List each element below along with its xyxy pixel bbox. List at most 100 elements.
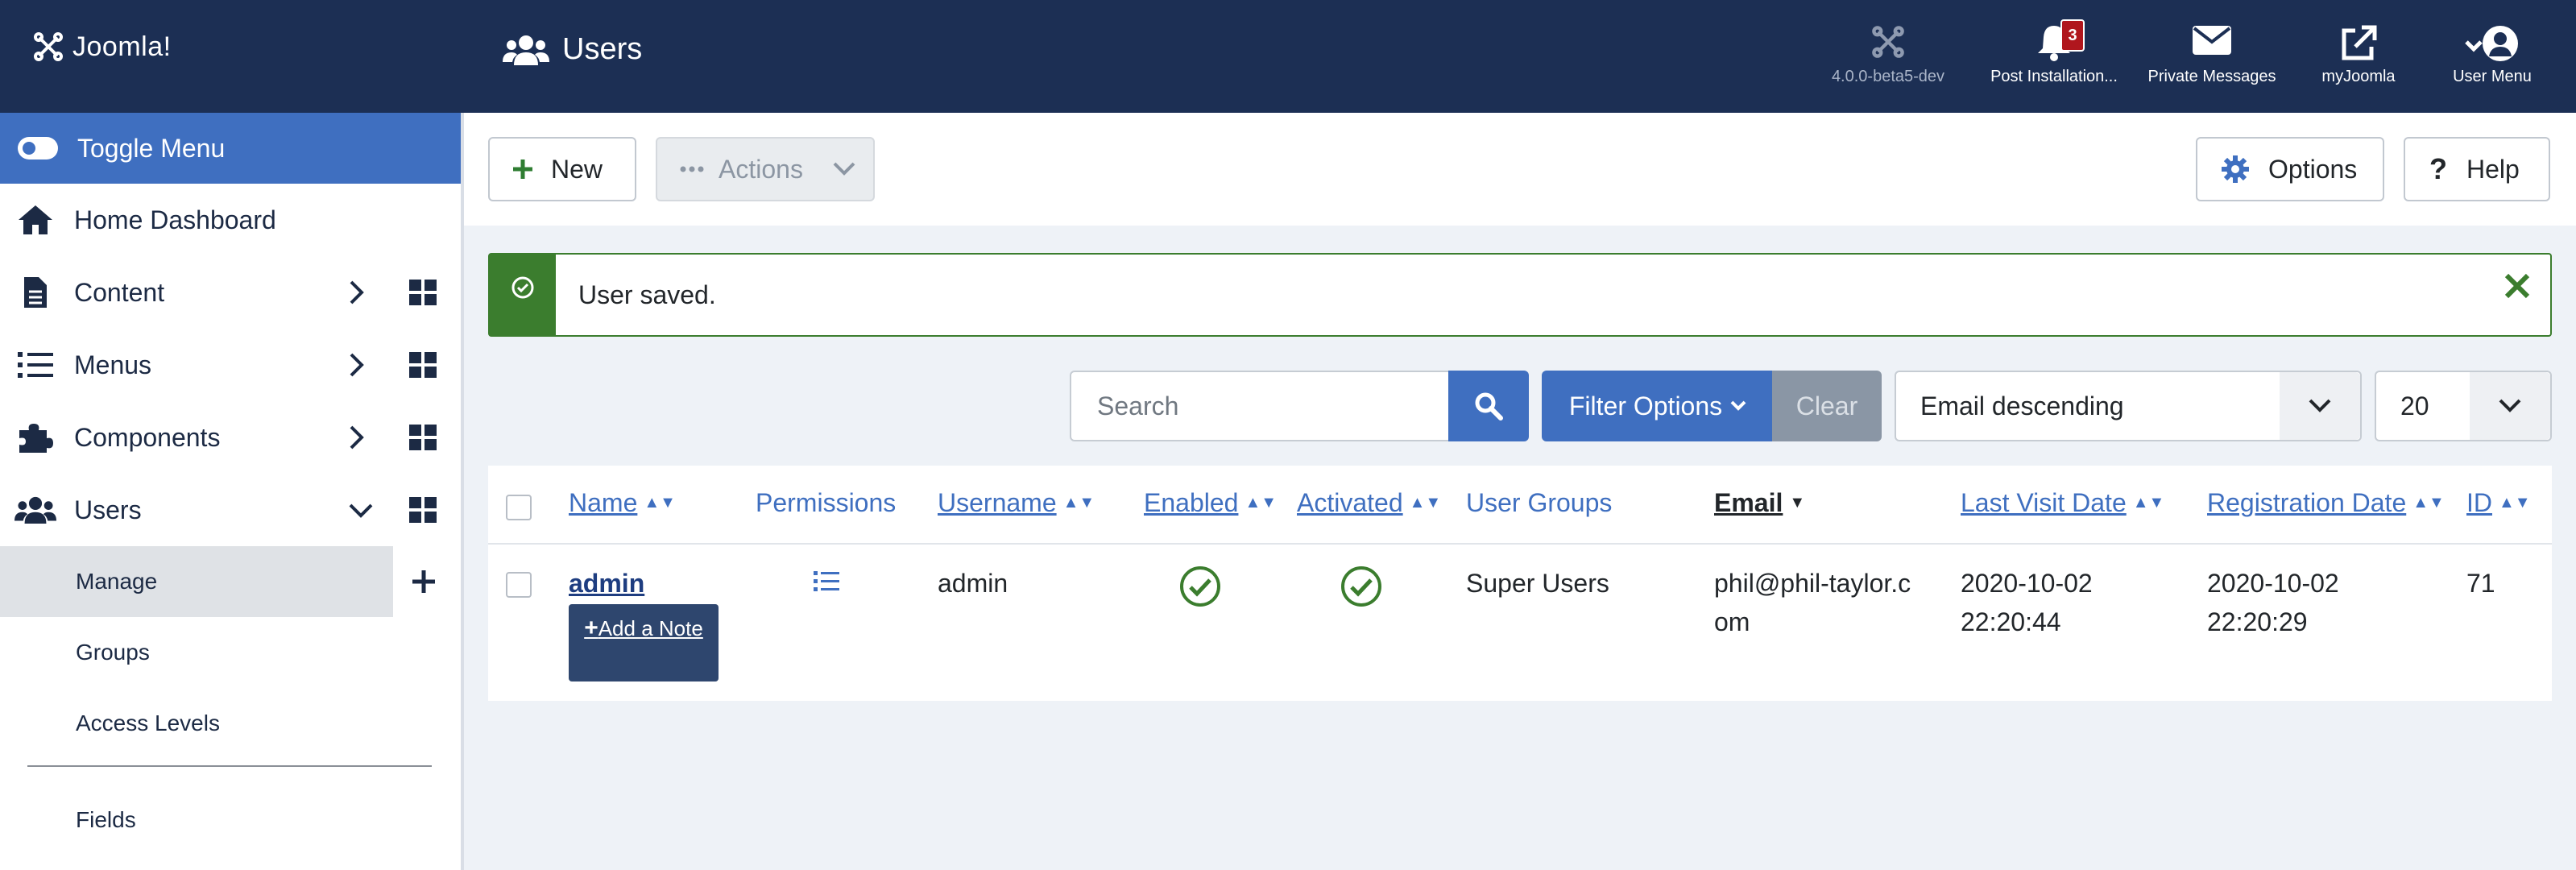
chevron-right-icon[interactable] bbox=[348, 352, 366, 378]
dashboard-grid-icon[interactable] bbox=[409, 497, 437, 523]
close-icon[interactable] bbox=[2504, 272, 2531, 300]
users-table: Name ▲▼ Permissions Username ▲▼ Enabled … bbox=[488, 466, 2552, 701]
puzzle-icon bbox=[14, 420, 56, 454]
select-all-checkbox[interactable] bbox=[506, 495, 532, 520]
logo-text: Joomla! bbox=[72, 31, 172, 62]
sidebar-item-components[interactable]: Components bbox=[0, 401, 461, 474]
sidebar-item-label: Menus bbox=[74, 350, 152, 379]
user-circle-icon bbox=[2465, 26, 2518, 61]
column-header-label: User Groups bbox=[1466, 488, 1613, 517]
search-placeholder: Search bbox=[1097, 391, 1179, 420]
caret-down-icon bbox=[1730, 400, 1746, 411]
sidebar-subitem-fields[interactable]: Fields bbox=[0, 785, 461, 856]
joomla-logo[interactable]: Joomla! bbox=[32, 31, 172, 63]
plus-icon[interactable] bbox=[411, 569, 437, 594]
column-header-label: Email bbox=[1714, 488, 1783, 517]
column-header-label: Permissions bbox=[756, 488, 897, 517]
list-limit-select[interactable]: 20 bbox=[2375, 371, 2552, 441]
chevron-down-icon[interactable] bbox=[348, 502, 374, 520]
user-menu-item[interactable]: User Menu bbox=[2404, 24, 2576, 86]
sort-icon: ▲▼ bbox=[1062, 494, 1095, 512]
table-header-divider bbox=[488, 543, 2552, 545]
chevron-right-icon[interactable] bbox=[348, 425, 366, 450]
user-groups-cell: Super Users bbox=[1466, 569, 1609, 598]
column-header-label: Activated bbox=[1297, 488, 1403, 517]
column-header-activated[interactable]: Activated ▲▼ bbox=[1297, 488, 1441, 518]
dashboard-grid-icon[interactable] bbox=[409, 352, 437, 378]
column-header-email[interactable]: Email ▼ bbox=[1714, 488, 1805, 518]
dashboard-grid-icon[interactable] bbox=[409, 425, 437, 450]
chevron-right-icon[interactable] bbox=[348, 280, 366, 305]
toggle-switch-icon bbox=[18, 137, 58, 160]
column-header-permissions: Permissions bbox=[756, 488, 896, 518]
post-installation-item[interactable]: 3 Post Installation... bbox=[1965, 19, 2143, 86]
column-header-user-groups: User Groups bbox=[1466, 488, 1612, 518]
column-header-last-visit[interactable]: Last Visit Date ▲▼ bbox=[1961, 488, 2164, 518]
sidebar-item-content[interactable]: Content bbox=[0, 256, 461, 329]
last-visit-date: 2020-10-02 bbox=[1961, 569, 2093, 598]
toggle-menu-label: Toggle Menu bbox=[77, 133, 226, 163]
plus-icon bbox=[513, 160, 532, 179]
column-header-enabled[interactable]: Enabled ▲▼ bbox=[1144, 488, 1277, 518]
users-icon bbox=[14, 495, 56, 525]
sidebar-item-label: Users bbox=[74, 495, 142, 524]
sidebar-subitem-manage[interactable]: Manage bbox=[0, 546, 435, 617]
clear-button[interactable]: Clear bbox=[1772, 371, 1882, 441]
search-button[interactable] bbox=[1448, 371, 1529, 441]
options-button-label: Options bbox=[2268, 154, 2358, 184]
column-header-username[interactable]: Username ▲▼ bbox=[938, 488, 1095, 518]
joomla-version-icon bbox=[1872, 26, 1904, 58]
chevron-down-icon bbox=[2280, 372, 2360, 440]
success-alert: User saved. bbox=[488, 253, 2552, 337]
sidebar-item-label: Content bbox=[74, 277, 165, 307]
sort-icon: ▲▼ bbox=[1409, 494, 1442, 512]
page-title: Users bbox=[562, 32, 643, 66]
toolbar: New Actions Options ? Help bbox=[464, 113, 2576, 226]
version-item[interactable]: 4.0.0-beta5-dev bbox=[1799, 24, 1977, 86]
filter-options-button[interactable]: Filter Options bbox=[1542, 371, 1774, 441]
clear-label: Clear bbox=[1795, 391, 1858, 420]
column-header-name[interactable]: Name ▲▼ bbox=[569, 488, 676, 518]
chevron-down-icon bbox=[833, 162, 855, 176]
sidebar-item-menus[interactable]: Menus bbox=[0, 329, 461, 401]
sidebar-subitem-access-levels[interactable]: Access Levels bbox=[0, 688, 461, 759]
actions-dropdown-button[interactable]: Actions bbox=[656, 137, 875, 201]
sort-select[interactable]: Email descending bbox=[1895, 371, 2362, 441]
chevron-down-icon bbox=[2470, 372, 2550, 440]
sidebar-item-users[interactable]: Users bbox=[0, 474, 461, 546]
column-header-label: Name bbox=[569, 488, 638, 517]
activated-check-icon[interactable] bbox=[1340, 566, 1382, 607]
sidebar-subitem-groups[interactable]: Groups bbox=[0, 617, 461, 688]
last-visit-cell: 2020-10-02 22:20:44 bbox=[1961, 564, 2093, 641]
column-header-id[interactable]: ID ▲▼ bbox=[2466, 488, 2531, 518]
file-icon bbox=[14, 276, 56, 309]
column-header-label: Last Visit Date bbox=[1961, 488, 2127, 517]
permissions-list-icon[interactable] bbox=[814, 570, 839, 593]
new-button-label: New bbox=[551, 154, 603, 184]
dashboard-grid-icon[interactable] bbox=[409, 280, 437, 305]
enabled-check-icon[interactable] bbox=[1179, 566, 1221, 607]
user-name-link[interactable]: admin bbox=[569, 564, 644, 603]
username-cell: admin bbox=[938, 569, 1008, 598]
search-icon bbox=[1475, 392, 1503, 420]
toggle-menu-button[interactable]: Toggle Menu bbox=[0, 113, 461, 184]
registration-cell: 2020-10-02 22:20:29 bbox=[2207, 564, 2339, 641]
id-cell: 71 bbox=[2466, 569, 2495, 598]
email-line: om bbox=[1714, 607, 1750, 636]
column-header-label: Username bbox=[938, 488, 1057, 517]
add-note-label: Add a Note bbox=[598, 616, 703, 640]
options-button[interactable]: Options bbox=[2196, 137, 2384, 201]
sidebar-item-label: Components bbox=[74, 422, 221, 452]
actions-button-label: Actions bbox=[719, 154, 803, 184]
help-button[interactable]: ? Help bbox=[2404, 137, 2550, 201]
row-checkbox[interactable] bbox=[506, 572, 532, 598]
new-button[interactable]: New bbox=[488, 137, 636, 201]
search-input[interactable]: Search bbox=[1070, 371, 1450, 441]
column-header-registration[interactable]: Registration Date ▲▼ bbox=[2207, 488, 2445, 518]
sidebar-item-home-dashboard[interactable]: Home Dashboard bbox=[0, 184, 461, 256]
sidebar: Toggle Menu Home Dashboard Content Menus… bbox=[0, 113, 464, 870]
home-icon bbox=[14, 204, 56, 236]
add-note-button[interactable]: +Add a Note bbox=[569, 604, 719, 682]
limit-value: 20 bbox=[2400, 391, 2429, 420]
alert-message: User saved. bbox=[578, 280, 716, 309]
